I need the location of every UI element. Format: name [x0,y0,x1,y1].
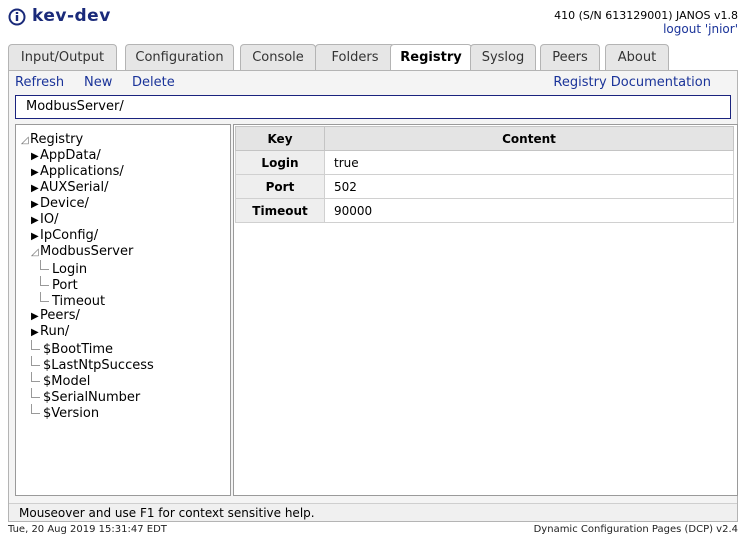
tree-item-label: $BootTime [43,342,114,357]
tree-connector [40,292,49,302]
tree-leaf-login[interactable]: Login [40,260,88,277]
footer-timestamp: Tue, 20 Aug 2019 15:31:47 EDT [8,524,167,535]
path-input[interactable]: ModbusServer/ [15,95,731,119]
column-header-key: Key [235,126,325,151]
collapsed-icon: ▶ [31,327,39,338]
tab-about[interactable]: About [605,44,669,70]
tab-syslog[interactable]: Syslog [470,44,536,70]
value-cell[interactable]: true [324,150,734,175]
logout-link[interactable]: logout 'jnior' [663,22,738,36]
tree-item-label: Timeout [52,294,106,309]
tree-connector [31,356,40,366]
table-row[interactable]: Port 502 [235,174,734,199]
tree-connector [31,388,40,398]
collapsed-icon: ▶ [31,167,39,178]
help-bar: Mouseover and use F1 for context sensiti… [9,503,737,521]
tree-root-label: Registry [30,132,84,147]
registry-docs-link[interactable]: Registry Documentation [553,75,711,90]
tree-item-io[interactable]: ▶IO/ [31,212,58,228]
collapsed-icon: ▶ [31,151,39,162]
tree-connector [40,276,49,286]
key-cell: Port [235,174,325,199]
tree-leaf-port[interactable]: Port [40,276,78,293]
tree-item-label: Peers/ [40,308,80,323]
tree-item-ipconfig[interactable]: ▶IpConfig/ [31,228,98,244]
tree-item-auxserial[interactable]: ▶AUXSerial/ [31,180,108,196]
footer-version: Dynamic Configuration Pages (DCP) v2.4 [533,524,738,535]
tree-item-label: Device/ [40,196,89,211]
header: kev-dev 410 (S/N 613129001) JANOS v1.8 l… [0,0,746,42]
tab-registry[interactable]: Registry [390,44,472,71]
collapsed-icon: ▶ [31,215,39,226]
tree-item-modbusserver[interactable]: ◿ModbusServer [31,244,133,260]
app-title: kev-dev [32,6,111,26]
tree-item-label: IO/ [40,212,59,227]
tree-item-label: $Version [43,406,100,421]
tab-console[interactable]: Console [240,44,316,70]
tree-item-label: Run/ [40,324,70,339]
tab-input-output[interactable]: Input/Output [8,44,117,70]
tree-item-peers[interactable]: ▶Peers/ [31,308,80,324]
new-button[interactable]: New [84,75,112,90]
registry-content-panel: Key Content Login true Port 502 Timeout … [233,124,738,496]
tab-peers[interactable]: Peers [540,44,600,70]
tree-leaf-timeout[interactable]: Timeout [40,292,106,309]
refresh-button[interactable]: Refresh [15,75,64,90]
tree-item-label: $LastNtpSuccess [43,358,154,373]
expanded-icon: ◿ [31,247,39,258]
tree-item-label: $Model [43,374,91,389]
tree-connector [31,372,40,382]
tree-item-label: Applications/ [40,164,124,179]
tree-item-label: Login [52,262,88,277]
tree-item-label: $SerialNumber [43,390,141,405]
tree-item-device[interactable]: ▶Device/ [31,196,89,212]
tree-connector [31,404,40,414]
key-cell: Login [235,150,325,175]
value-cell[interactable]: 502 [324,174,734,199]
tree-item-applications[interactable]: ▶Applications/ [31,164,124,180]
tree-connector [31,340,40,350]
device-info: 410 (S/N 613129001) JANOS v1.8 [554,9,738,22]
tree-root[interactable]: ◿Registry [21,132,83,148]
collapsed-icon: ▶ [31,183,39,194]
key-cell: Timeout [235,198,325,223]
tree-item-label: AppData/ [40,148,101,163]
tree-item-run[interactable]: ▶Run/ [31,324,69,340]
column-header-content: Content [324,126,734,151]
value-cell[interactable]: 90000 [324,198,734,223]
collapsed-icon: ▶ [31,311,39,322]
tree-item-label: Port [52,278,78,293]
info-circle-icon [8,8,26,26]
tree-leaf-lastntpsuccess[interactable]: $LastNtpSuccess [31,356,154,373]
tab-configuration[interactable]: Configuration [125,44,234,70]
delete-button[interactable]: Delete [132,75,175,90]
tree-item-label: IpConfig/ [40,228,99,243]
tree-leaf-serialnumber[interactable]: $SerialNumber [31,388,141,405]
tree-leaf-model[interactable]: $Model [31,372,91,389]
collapsed-icon: ▶ [31,199,39,210]
tree-item-appdata[interactable]: ▶AppData/ [31,148,101,164]
tree-connector [40,260,49,270]
registry-table: Key Content Login true Port 502 Timeout … [235,126,734,223]
table-row[interactable]: Login true [235,150,734,175]
registry-tree: ◿Registry ▶AppData/ ▶Applications/ ▶AUXS… [15,124,231,496]
tab-folders[interactable]: Folders [315,44,395,70]
table-row[interactable]: Timeout 90000 [235,198,734,223]
expanded-icon: ◿ [21,135,29,146]
tree-item-label: ModbusServer [40,244,134,259]
tree-item-label: AUXSerial/ [40,180,109,195]
tree-leaf-boottime[interactable]: $BootTime [31,340,114,357]
collapsed-icon: ▶ [31,231,39,242]
tree-leaf-version[interactable]: $Version [31,404,100,421]
table-header-row: Key Content [235,126,734,151]
